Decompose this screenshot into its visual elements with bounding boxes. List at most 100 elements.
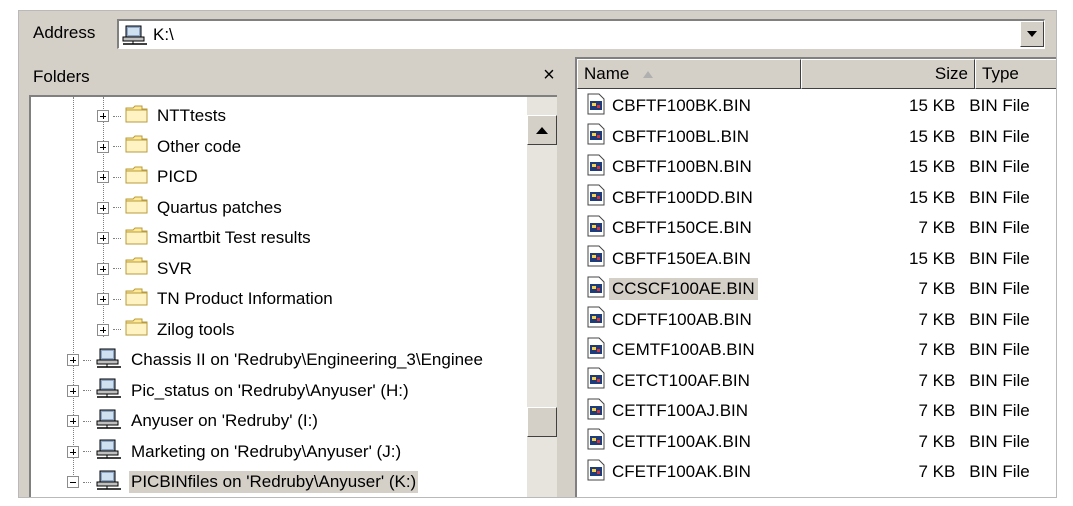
folder-icon [125, 165, 149, 190]
file-list[interactable]: Name Size Type CBFTF100BK.BIN 15 KB BIN Fi… [575, 57, 1056, 497]
tree-item[interactable]: Smartbit Test results [97, 223, 313, 253]
expand-icon[interactable] [97, 262, 109, 275]
file-name: CBFTF100DD.BIN [612, 187, 753, 207]
expand-icon[interactable] [97, 323, 109, 336]
bin-file-icon [587, 215, 605, 242]
file-row[interactable]: CBFTF100DD.BIN 15 KB BIN File [577, 183, 1056, 213]
file-name: CETTF100AJ.BIN [612, 401, 749, 420]
address-bar: Address K:\ [19, 11, 1056, 55]
file-type: BIN File [969, 309, 1030, 329]
tree-connector [113, 329, 121, 330]
expand-icon[interactable] [67, 415, 79, 427]
tree-item-label: PICBINfiles on 'Redruby\Anyuser' (K:) [129, 471, 419, 493]
file-name-cell: CETCT100AF.BIN [577, 367, 793, 394]
folder-icon [125, 195, 149, 220]
file-name: CDFTF100AB.BIN [612, 309, 752, 329]
expand-icon[interactable] [97, 232, 109, 244]
file-type: BIN File [969, 126, 1030, 146]
folders-pane: Folders × NTTtests Other code PICD Quartus … [19, 57, 567, 497]
address-dropdown-button[interactable] [1020, 21, 1044, 47]
tree-item[interactable]: NTTtests [97, 101, 228, 131]
file-row[interactable]: CETTF100AJ.BIN 7 KB BIN File [577, 396, 1056, 426]
file-row[interactable]: CETTF100AK.BIN 7 KB BIN File [577, 427, 1056, 457]
file-size: 15 KB [908, 126, 956, 146]
file-name-cell: CBFTF150EA.BIN [577, 245, 793, 272]
tree-item[interactable]: Pic_status on 'Redruby\Anyuser' (H:) [67, 376, 411, 406]
file-row[interactable]: CETCT100AF.BIN 7 KB BIN File [577, 366, 1056, 396]
tree-connector [113, 146, 121, 147]
address-input[interactable]: K:\ [117, 19, 1045, 49]
file-name: CBFTF150EA.BIN [612, 248, 751, 268]
tree-item-label: SVR [157, 258, 192, 278]
file-type: BIN File [969, 462, 1030, 481]
tree-item-label: Quartus patches [157, 197, 282, 217]
file-row[interactable]: CBFTF100BL.BIN 15 KB BIN File [577, 122, 1056, 152]
tree-item[interactable]: SVR [97, 254, 194, 284]
folder-icon [125, 226, 149, 251]
file-name-cell: CETTF100AK.BIN [577, 428, 793, 455]
collapse-icon[interactable] [67, 476, 79, 488]
tree-connector [113, 176, 121, 178]
expand-icon[interactable] [97, 293, 109, 305]
expand-icon[interactable] [67, 354, 79, 366]
bin-file-icon [587, 398, 605, 425]
tree-item-label: PICD [157, 167, 198, 186]
file-row[interactable]: CEMTF100AB.BIN 7 KB BIN File [577, 335, 1056, 365]
tree-item-label: Marketing on 'Redruby\Anyuser' (J:) [131, 441, 402, 461]
pane-splitter[interactable] [567, 57, 575, 497]
file-type: BIN File [969, 96, 1030, 115]
tree-item[interactable]: PICBINfiles on 'Redruby\Anyuser' (K:) [67, 467, 419, 497]
file-row[interactable]: CBFTF150CE.BIN 7 KB BIN File [577, 213, 1056, 243]
tree-connector [113, 268, 121, 269]
folder-tree[interactable]: NTTtests Other code PICD Quartus patches Sma… [29, 95, 557, 497]
column-header-name[interactable]: Name [577, 59, 801, 89]
file-name: CCSCF100AE.BIN [609, 278, 758, 300]
folders-header: Folders × [19, 57, 567, 95]
file-size: 7 KB [918, 401, 956, 420]
file-size: 15 KB [908, 157, 956, 176]
file-row[interactable]: CBFTF150EA.BIN 15 KB BIN File [577, 244, 1056, 274]
network-drive-icon [95, 377, 123, 404]
tree-item[interactable]: Zilog tools [97, 315, 236, 345]
scroll-up-button[interactable] [527, 115, 557, 145]
address-label: Address [33, 23, 96, 42]
file-name-cell: CBFTF100BK.BIN [577, 93, 793, 120]
tree-item[interactable]: Chassis II on 'Redruby\Engineering_3\Eng… [67, 345, 485, 375]
file-size: 7 KB [918, 431, 956, 451]
sort-ascending-icon [643, 70, 654, 78]
tree-item[interactable]: Other code [97, 132, 243, 162]
file-row[interactable]: CBFTF100BK.BIN 15 KB BIN File [577, 91, 1056, 121]
expand-icon[interactable] [97, 140, 109, 153]
folder-icon [125, 256, 149, 281]
expand-icon[interactable] [67, 445, 79, 458]
expand-icon[interactable] [97, 110, 109, 122]
tree-item[interactable]: Anyuser on 'Redruby' (I:) [67, 406, 320, 436]
tree-connector [83, 390, 91, 391]
bin-file-icon [587, 184, 605, 211]
close-icon[interactable]: × [535, 61, 563, 89]
file-type: BIN File [969, 279, 1030, 298]
tree-item[interactable]: Quartus patches [97, 193, 284, 223]
expand-icon[interactable] [67, 384, 79, 397]
expand-icon[interactable] [97, 171, 109, 183]
tree-item-label: Pic_status on 'Redruby\Anyuser' (H:) [131, 380, 409, 400]
file-row[interactable]: CDFTF100AB.BIN 7 KB BIN File [577, 305, 1056, 335]
file-row[interactable]: CBFTF100BN.BIN 15 KB BIN File [577, 152, 1056, 182]
column-header-size[interactable]: Size [801, 59, 975, 89]
bin-file-icon [587, 367, 605, 394]
tree-item[interactable]: Marketing on 'Redruby\Anyuser' (J:) [67, 437, 403, 467]
expand-icon[interactable] [97, 201, 109, 214]
tree-scrollbar[interactable] [527, 97, 557, 497]
file-size: 7 KB [918, 309, 956, 329]
column-header-type[interactable]: Type [975, 59, 1056, 89]
tree-item[interactable]: PICD [97, 162, 200, 192]
tree-item[interactable]: TN Product Information [97, 284, 335, 314]
explorer-window: Address K:\ Folders × NTTtests Other cod… [18, 10, 1057, 498]
file-name: CBFTF150CE.BIN [612, 218, 752, 237]
file-type: BIN File [969, 340, 1030, 359]
file-name-cell: CDFTF100AB.BIN [577, 306, 793, 333]
scroll-thumb[interactable] [527, 407, 557, 437]
file-row[interactable]: CFETF100AK.BIN 7 KB BIN File [577, 457, 1056, 487]
file-row[interactable]: CCSCF100AE.BIN 7 KB BIN File [577, 274, 1056, 304]
folder-icon [125, 134, 149, 159]
